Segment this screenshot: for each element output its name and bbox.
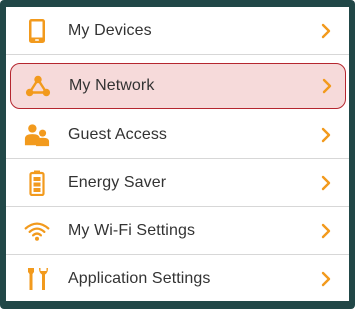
battery-icon [24,169,50,197]
menu-frame: My Devices My Network Guest Access Energ… [0,0,355,309]
menu-item-label: My Wi-Fi Settings [68,221,196,239]
menu-item-application-settings[interactable]: Application Settings [6,255,349,303]
menu-item-my-network[interactable]: My Network [10,63,346,109]
chevron-right-icon [321,23,331,38]
chevron-right-icon [322,78,332,94]
menu-item-my-devices[interactable]: My Devices [6,7,349,55]
chevron-right-icon [321,271,331,287]
tools-icon [24,265,50,293]
menu-item-energy-saver[interactable]: Energy Saver [6,159,349,207]
wifi-icon [24,217,50,245]
chevron-right-icon [321,175,331,190]
menu-item-label: My Network [69,77,155,94]
menu-item-label: My Devices [68,21,152,39]
menu-item-guest-access[interactable]: Guest Access [6,111,349,159]
menu-item-label: Application Settings [68,270,211,287]
menu-item-label: Energy Saver [68,173,167,191]
guests-icon [24,121,50,149]
network-icon [25,72,51,100]
menu-item-label: Guest Access [68,125,168,143]
menu-item-my-wifi-settings[interactable]: My Wi-Fi Settings [6,207,349,255]
menu-list: My Devices My Network Guest Access Energ… [6,7,349,301]
phone-icon [24,17,50,45]
chevron-right-icon [321,223,331,238]
chevron-right-icon [321,127,331,142]
